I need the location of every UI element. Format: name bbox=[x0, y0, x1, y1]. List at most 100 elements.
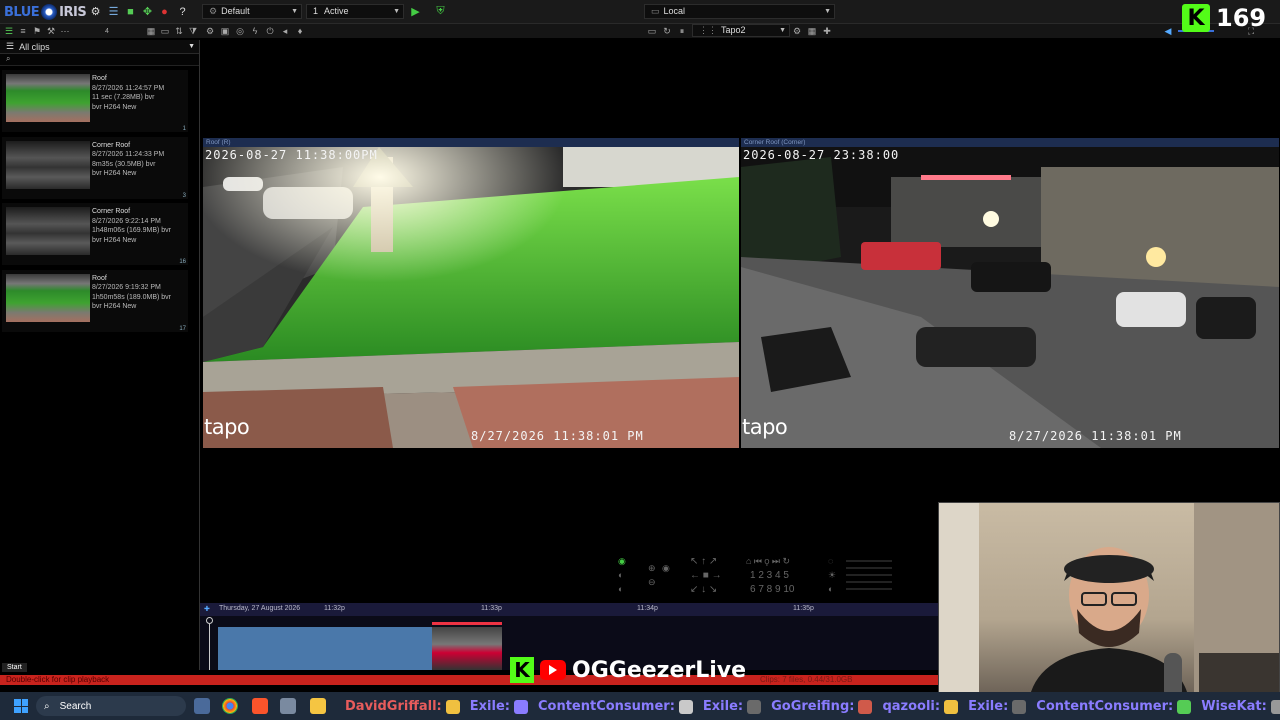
profile-dropdown[interactable]: ⚙ Default ▼ bbox=[202, 4, 302, 19]
sort-icon[interactable]: ⇅ bbox=[173, 25, 185, 37]
chat-username: ContentConsumer: bbox=[537, 699, 675, 714]
ptz-presets-row1[interactable]: 1 2 3 4 5 bbox=[750, 570, 789, 581]
clip-datetime: 8/27/2026 9:19:32 PM bbox=[92, 284, 161, 291]
clips-filter-value: All clips bbox=[19, 41, 50, 52]
group-dropdown[interactable]: ⋮⋮ Tapo2 ▼ bbox=[692, 24, 790, 37]
tools-icon[interactable]: ⚒ bbox=[45, 25, 57, 37]
zoom-in-icon[interactable]: ⊕ bbox=[648, 563, 656, 574]
focus-icon[interactable]: ◉ bbox=[662, 563, 670, 574]
lightning-icon[interactable]: ϟ bbox=[249, 25, 261, 37]
calendar-icon[interactable]: ▦ bbox=[145, 25, 157, 37]
move-icon[interactable]: ✥ bbox=[141, 5, 154, 18]
list-icon: ☰ bbox=[6, 41, 15, 51]
server-dropdown[interactable]: ▭ Local ▼ bbox=[644, 4, 835, 19]
clip-detail: 1h50m58s (189.0MB) bvr bbox=[92, 293, 171, 301]
ptz-arrows-mid[interactable]: ← ■ → bbox=[690, 570, 722, 581]
more-icon[interactable]: ⋯ bbox=[59, 25, 71, 37]
record-icon[interactable]: ● bbox=[158, 5, 171, 18]
grid-icon[interactable]: ▦ bbox=[806, 25, 818, 37]
camera-header-roof[interactable]: Roof (R) bbox=[203, 138, 739, 147]
camera-icon[interactable]: ■ bbox=[124, 5, 137, 18]
zoom-out-icon[interactable]: ⊖ bbox=[648, 577, 656, 588]
schedule-dropdown[interactable]: 1 Active ▼ bbox=[306, 4, 404, 19]
taskview-icon[interactable] bbox=[194, 698, 210, 714]
chat-emote-icon bbox=[1177, 699, 1192, 714]
list-icon[interactable]: ☰ bbox=[107, 5, 120, 18]
viewer-count: 169 bbox=[1216, 4, 1267, 32]
chat-username: Exile: bbox=[968, 699, 1009, 714]
chat-username: GoGreifing: bbox=[771, 699, 855, 714]
timeline-cursor[interactable] bbox=[209, 624, 210, 670]
help-icon[interactable]: ? bbox=[176, 5, 189, 18]
windows-start-icon[interactable] bbox=[14, 699, 28, 713]
ptz-home-icons[interactable]: ⌂ ⏮ ⚲ ⏭ ↻ bbox=[746, 556, 790, 567]
speaker-icon[interactable]: ◂ bbox=[279, 25, 291, 37]
shield-app-icon[interactable] bbox=[280, 698, 296, 714]
ptz-status-icon[interactable]: ◉ bbox=[618, 556, 626, 567]
mic-icon[interactable]: ♦ bbox=[294, 25, 306, 37]
start-label[interactable]: Start bbox=[2, 663, 27, 672]
ptz-slider-5[interactable] bbox=[846, 588, 892, 590]
clip-camera: Corner Roof bbox=[92, 208, 131, 215]
settings-gear-icon[interactable]: ⚙ bbox=[89, 5, 102, 18]
ptz-presets-row2[interactable]: 6 7 8 9 10 bbox=[750, 584, 794, 595]
target-icon[interactable]: ◎ bbox=[234, 25, 246, 37]
menu-icon[interactable]: ☰ bbox=[3, 25, 15, 37]
camera-view-roof[interactable]: 2026-08-27 11:38:00PM tapo 8/27/2026 11:… bbox=[203, 147, 739, 448]
list-view-icon[interactable]: ≡ bbox=[17, 25, 29, 37]
camera-view-corner-roof[interactable]: 2026-08-27 23:38:00 tapo 8/27/2026 11:38… bbox=[741, 147, 1279, 448]
clip-count: 3 bbox=[182, 192, 186, 199]
image-icon[interactable]: ▣ bbox=[219, 25, 231, 37]
logo-text-blue: BLUE bbox=[4, 4, 40, 20]
file-explorer-icon[interactable] bbox=[310, 698, 326, 714]
chevron-down-icon: ▼ bbox=[393, 8, 400, 15]
chrome-icon[interactable] bbox=[222, 698, 238, 714]
folder-icon[interactable]: ▭ bbox=[159, 25, 171, 37]
clips-search-field[interactable]: ⌕ bbox=[0, 54, 199, 66]
timeline-clip-thumbnail[interactable] bbox=[432, 627, 502, 670]
power-icon[interactable]: ⏻ bbox=[264, 25, 276, 37]
schedule-value: Active bbox=[324, 6, 349, 16]
refresh-icon[interactable]: ↻ bbox=[661, 25, 673, 37]
brave-icon[interactable] bbox=[252, 698, 268, 714]
clip-list-item[interactable]: Roof 8/27/2026 9:19:32 PM 1h50m58s (189.… bbox=[2, 269, 188, 332]
camera-view-icon[interactable]: ▭ bbox=[646, 25, 658, 37]
add-icon[interactable]: ✚ bbox=[821, 25, 833, 37]
contrast-icon[interactable]: ◐ bbox=[828, 584, 833, 594]
ptz-toggle-2[interactable]: ◐ bbox=[618, 584, 623, 594]
settings-small-icon[interactable]: ⚙ bbox=[204, 25, 216, 37]
clips-filter-dropdown[interactable]: ☰ All clips ▼ bbox=[0, 40, 199, 54]
brightness-icon[interactable]: ☀ bbox=[828, 570, 836, 581]
taskbar-search[interactable]: ⌕ Search bbox=[36, 696, 186, 716]
ptz-arrows-top[interactable]: ↖ ↑ ↗ bbox=[690, 556, 717, 567]
clip-count: 16 bbox=[179, 259, 186, 265]
pause-icon[interactable]: ⏸ bbox=[676, 25, 688, 37]
timeline-clip-segment[interactable] bbox=[218, 627, 432, 670]
ptz-slider-4[interactable] bbox=[846, 581, 892, 583]
clip-info: Roof 8/27/2026 9:19:32 PM 1h50m58s (189.… bbox=[92, 274, 171, 312]
clip-camera: Corner Roof bbox=[92, 141, 131, 149]
volume-icon[interactable]: ◀ bbox=[1162, 25, 1174, 37]
timeline-cursor-handle[interactable] bbox=[206, 617, 213, 624]
shield-check-icon[interactable]: ⛨ bbox=[434, 5, 447, 18]
chat-message: DavidGriffall: bbox=[345, 699, 460, 714]
clips-panel: ☰ All clips ▼ ⌕ Roof 8/27/2026 11:24:57 … bbox=[0, 40, 200, 670]
clip-list-item[interactable]: Corner Roof 8/27/2026 11:24:33 PM 8m35s … bbox=[2, 136, 188, 199]
group-settings-icon[interactable]: ⚙ bbox=[791, 25, 803, 37]
chat-emote-icon bbox=[678, 699, 693, 714]
camera-header-corner-roof[interactable]: Corner Roof (Corner) bbox=[741, 138, 1279, 147]
flag-icon[interactable]: ⚑ bbox=[31, 25, 43, 37]
ptz-slider-1[interactable] bbox=[846, 560, 892, 562]
ptz-arrows-bottom[interactable]: ↙ ↓ ↘ bbox=[690, 584, 717, 595]
ptz-speed-icon[interactable]: ◌ bbox=[828, 556, 833, 566]
ptz-slider-2[interactable] bbox=[846, 567, 892, 569]
clip-datetime: 8/27/2026 11:24:57 PM bbox=[92, 84, 165, 92]
clip-list-item[interactable]: Roof 8/27/2026 11:24:57 PM 11 sec (7.28M… bbox=[2, 70, 188, 132]
kick-logo-icon: K bbox=[1182, 4, 1210, 32]
filter-icon[interactable]: ⧩ bbox=[187, 25, 199, 37]
clip-list-item[interactable]: Corner Roof 8/27/2026 9:22:14 PM 1h48m06… bbox=[2, 203, 188, 265]
ptz-slider-3[interactable] bbox=[846, 574, 892, 576]
ptz-toggle-1[interactable]: ◐ bbox=[618, 570, 623, 580]
play-icon[interactable]: ▶ bbox=[409, 5, 422, 18]
timeline-add-icon[interactable]: ✚ bbox=[204, 605, 210, 613]
